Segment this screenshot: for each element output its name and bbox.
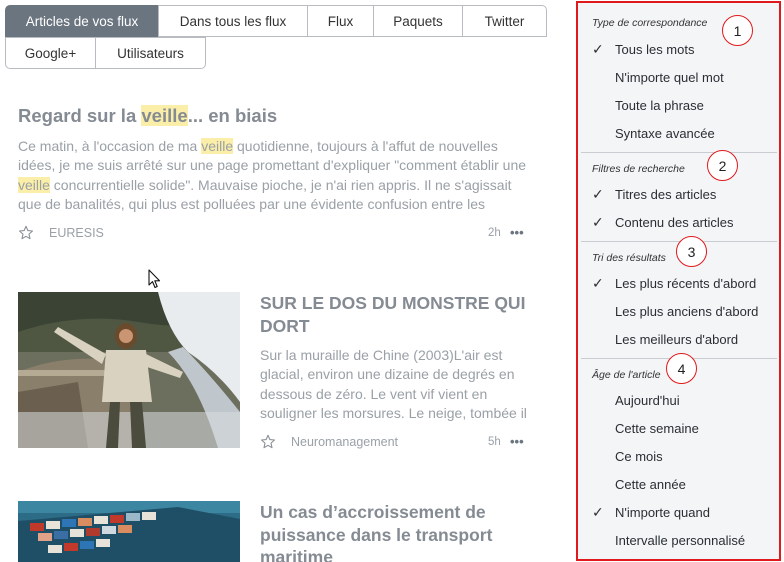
check-icon: ✓: [592, 214, 604, 230]
tab-dans-tous-les-flux[interactable]: Dans tous les flux: [158, 5, 308, 37]
mouse-cursor-icon: [148, 269, 161, 289]
option-meilleurs[interactable]: Les meilleurs d'abord: [615, 332, 738, 347]
option-titres-des-articles[interactable]: Titres des articles: [615, 187, 716, 202]
option-syntaxe-avancee[interactable]: Syntaxe avancée: [615, 126, 715, 141]
tab-google-plus[interactable]: Google+: [5, 37, 96, 69]
search-highlight: veille: [141, 105, 188, 126]
search-options-dropdown: Type de correspondance 1 ✓ Tous les mots…: [576, 1, 781, 561]
star-icon[interactable]: [18, 225, 34, 241]
section-title-search-filters: Filtres de recherche: [592, 163, 685, 175]
more-options-icon[interactable]: •••: [510, 225, 524, 240]
tab-paquets[interactable]: Paquets: [373, 5, 463, 37]
great-wall-photo: [18, 292, 240, 448]
option-contenu-des-articles[interactable]: Contenu des articles: [615, 215, 734, 230]
check-icon: ✓: [592, 41, 604, 57]
star-icon[interactable]: [260, 434, 276, 450]
annotation-number: 1: [722, 15, 753, 46]
container-ship-photo: [18, 501, 240, 562]
check-icon: ✓: [592, 275, 604, 291]
option-tous-les-mots[interactable]: Tous les mots: [615, 42, 694, 57]
search-highlight: veille: [18, 176, 50, 193]
article-thumbnail[interactable]: [18, 501, 240, 562]
article-time: 5h: [488, 436, 501, 448]
search-highlight: veille: [201, 138, 234, 154]
article-excerpt: Sur la muraille de Chine (2003)L'air est…: [260, 347, 527, 421]
option-nimporte-quand[interactable]: N'importe quand: [615, 505, 710, 520]
article-source[interactable]: Neuromanagement: [291, 435, 398, 449]
excerpt-text: Ce matin, à l'occasion de ma: [18, 138, 202, 154]
article-thumbnail[interactable]: [18, 292, 240, 448]
option-intervalle-personnalise[interactable]: Intervalle personnalisé: [615, 533, 745, 548]
tab-twitter[interactable]: Twitter: [462, 5, 547, 37]
option-aujourdhui[interactable]: Aujourd'hui: [615, 393, 680, 408]
check-icon: ✓: [592, 186, 604, 202]
article-excerpt: Ce matin, à l'occasion de ma veille quot…: [18, 137, 538, 215]
section-title-sort-results: Tri des résultats: [592, 252, 666, 264]
annotation-number: 3: [676, 236, 707, 267]
option-nimporte-quel-mot[interactable]: N'importe quel mot: [615, 70, 724, 85]
tab-utilisateurs[interactable]: Utilisateurs: [95, 37, 206, 69]
check-icon: ✓: [592, 504, 604, 520]
option-plus-anciens[interactable]: Les plus anciens d'abord: [615, 304, 758, 319]
title-text: Regard sur la: [18, 105, 142, 126]
tab-flux[interactable]: Flux: [307, 5, 374, 37]
divider: [581, 152, 777, 153]
option-cette-annee[interactable]: Cette année: [615, 477, 686, 492]
option-plus-recents[interactable]: Les plus récents d'abord: [615, 276, 756, 291]
option-toute-la-phrase[interactable]: Toute la phrase: [615, 98, 704, 113]
annotation-number: 2: [707, 150, 738, 181]
article-source[interactable]: EURESIS: [49, 226, 104, 240]
excerpt-text: concurrentielle solide". Mauvaise pioche…: [18, 176, 512, 212]
option-cette-semaine[interactable]: Cette semaine: [615, 421, 699, 436]
tab-articles-de-vos-flux[interactable]: Articles de vos flux: [5, 5, 159, 37]
article-title[interactable]: Regard sur la veille... en biais: [18, 105, 518, 127]
section-title-article-age: Âge de l'article: [592, 369, 661, 381]
article-title[interactable]: SUR LE DOS DU MONSTRE QUI DORT: [260, 292, 550, 337]
more-options-icon[interactable]: •••: [510, 434, 524, 449]
option-ce-mois[interactable]: Ce mois: [615, 449, 663, 464]
article-title[interactable]: Un cas d’accroissement de puissance dans…: [260, 501, 530, 562]
title-text: ... en biais: [187, 105, 278, 126]
section-title-match-type: Type de correspondance: [592, 17, 708, 29]
annotation-number: 4: [666, 353, 697, 384]
article-time: 2h: [488, 227, 501, 239]
